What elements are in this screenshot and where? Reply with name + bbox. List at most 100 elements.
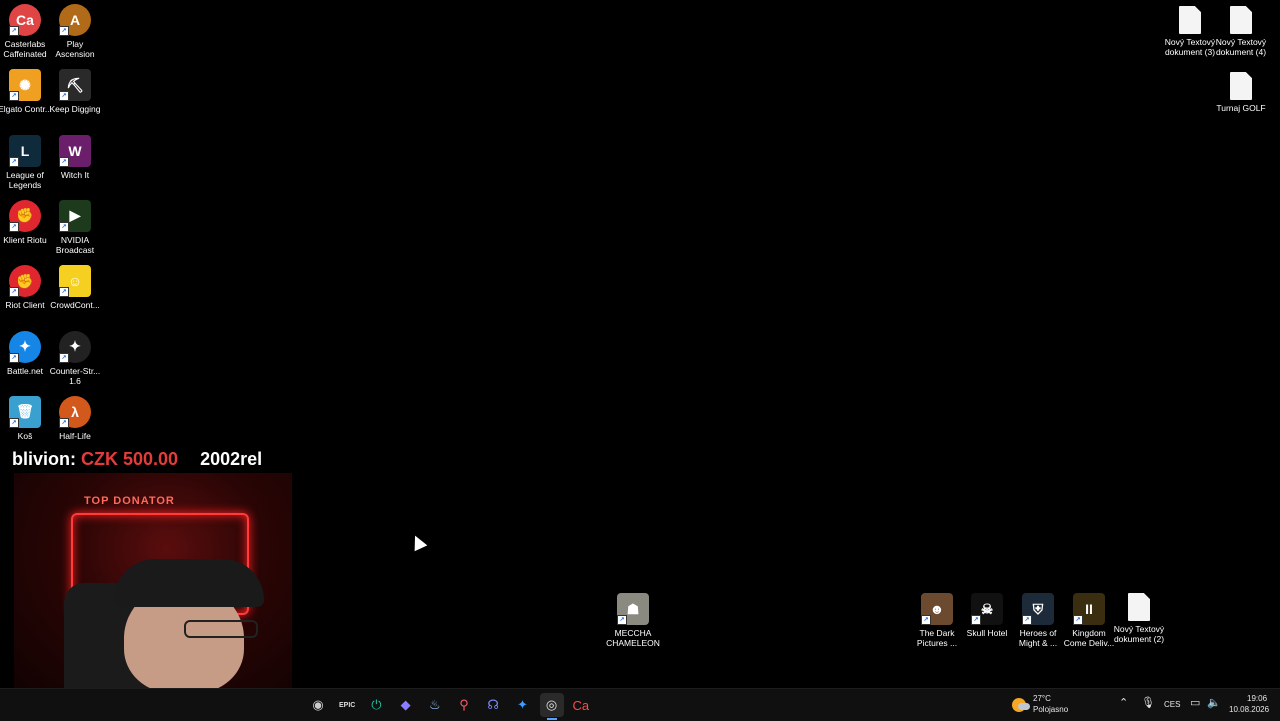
desktop-shortcut[interactable]: W ↗ Witch It	[50, 134, 100, 180]
desktop-shortcut[interactable]: λ ↗ Half-Life	[50, 395, 100, 441]
ticker-donor-name: blivion:	[12, 449, 81, 469]
shortcut-label: CrowdCont...	[50, 300, 100, 311]
ticker-amount: CZK 500.00	[81, 449, 179, 469]
shortcut-arrow-icon: ↗	[9, 156, 19, 167]
weather-description: Polojasno	[1033, 705, 1069, 714]
desktop-shortcut[interactable]: ✺ ↗ Elgato Contr...	[0, 69, 52, 114]
shortcut-label: Nový Textový dokument (3)	[1164, 37, 1216, 57]
shortcut-label: Heroes of Might & ...	[1018, 628, 1058, 648]
casterlabs-taskbar-icon[interactable]: Ca	[569, 693, 593, 717]
shortcut-label: Keep Digging	[49, 104, 101, 115]
kingdom-come-icon: II ↗	[1073, 593, 1105, 625]
steam-icon[interactable]: ♨	[423, 693, 447, 717]
text-document-icon	[1128, 593, 1150, 621]
desktop-shortcut[interactable]: ✦ ↗ Battle.net	[0, 330, 50, 376]
shortcut-arrow-icon: ↗	[617, 615, 627, 625]
riot-icon: ✊ ↗	[9, 265, 41, 298]
language-indicator[interactable]: CES	[1164, 700, 1180, 709]
half-life-icon: λ ↗	[59, 395, 91, 428]
desktop: Ca ↗ Casterlabs Caffeinated ✺ ↗ Elgato Contr.…	[0, 0, 1280, 688]
webcam-overlay: TOP DONATOR	[14, 473, 292, 688]
shortcut-arrow-icon: ↗	[59, 91, 69, 102]
donation-ticker: blivion: CZK 500.00 2002rel	[12, 447, 290, 471]
desktop-shortcut[interactable]: ☺ ↗ CrowdCont...	[50, 265, 100, 310]
chrome-icon[interactable]: ◎	[539, 693, 564, 720]
desktop-shortcut[interactable]: ✦ ↗ Counter-Str... 1.6	[49, 330, 101, 386]
desktop-shortcut[interactable]: ⛏ ↗ Keep Digging	[49, 69, 101, 115]
shortcut-arrow-icon: ↗	[9, 352, 19, 363]
shortcut-label: Counter-Str... 1.6	[49, 365, 101, 386]
skull-hotel-icon: ☠ ↗	[971, 593, 1003, 625]
shortcut-label: Koš	[17, 430, 33, 441]
mouse-cursor-icon	[408, 532, 428, 552]
shortcut-arrow-icon: ↗	[59, 156, 69, 167]
desktop-shortcut[interactable]: ⛨ ↗ Heroes of Might & ...	[1013, 593, 1063, 648]
network-icon[interactable]: ▭	[1190, 696, 1200, 709]
desktop-shortcut[interactable]: A ↗ Play Ascension	[50, 4, 100, 59]
crowdcontrol-icon: ☺ ↗	[59, 265, 91, 298]
battlenet-taskbar-icon[interactable]: ✦	[510, 693, 534, 717]
shortcut-label: NVIDIA Broadcast	[55, 234, 95, 255]
ascension-icon: A ↗	[59, 4, 91, 36]
shortcut-label: Half-Life	[59, 430, 91, 441]
text-document-icon	[1230, 72, 1252, 100]
shortcut-label: MECCHA CHAMELEON	[606, 628, 660, 648]
shortcut-label: Nový Textový dokument (2)	[1113, 624, 1165, 644]
shortcut-label: League of Legends	[6, 169, 44, 190]
battlenet-icon: ✦ ↗	[9, 330, 41, 363]
desktop-shortcut[interactable]: ▶ ↗ NVIDIA Broadcast	[50, 199, 100, 255]
shortcut-label: Riot Client	[5, 300, 45, 311]
recycle-bin-icon: 🗑 ↗	[9, 395, 41, 428]
ticker-next-donor: 2002rel	[200, 449, 263, 469]
desktop-shortcut[interactable]: Turnaj GOLF	[1216, 72, 1266, 113]
elgato-icon: ✺ ↗	[9, 69, 41, 102]
clock-date[interactable]: 10.08.2026	[1229, 705, 1269, 714]
shortcut-arrow-icon: ↗	[1022, 615, 1032, 625]
desktop-shortcut[interactable]: ☠ ↗ Skull Hotel	[962, 593, 1012, 638]
shortcut-arrow-icon: ↗	[9, 221, 19, 232]
desktop-shortcut[interactable]: 🗑 ↗ Koš	[0, 395, 50, 441]
desktop-shortcut[interactable]: Ca ↗ Casterlabs Caffeinated	[0, 4, 50, 59]
shortcut-label: Nový Textový dokument (4)	[1215, 37, 1267, 57]
shortcut-label: Battle.net	[7, 365, 43, 376]
weather-cloud-icon	[1018, 703, 1030, 710]
show-hidden-icons-chevron-icon[interactable]: ⌃	[1119, 696, 1128, 709]
streamer-cap	[114, 559, 264, 607]
shortcut-label: Kingdom Come Deliv...	[1063, 628, 1115, 648]
shortcut-arrow-icon: ↗	[59, 352, 69, 363]
text-document-icon	[1179, 6, 1201, 34]
shortcut-arrow-icon: ↗	[9, 91, 19, 102]
desktop-shortcut[interactable]: II ↗ Kingdom Come Deliv...	[1064, 593, 1114, 648]
desktop-shortcut[interactable]: ✊ ↗ Klient Riotu	[0, 199, 50, 245]
microphone-icon[interactable]: 🎙	[1141, 696, 1155, 709]
shortcut-label: Play Ascension	[55, 39, 95, 59]
shortcut-label: Witch It	[60, 169, 90, 180]
dark-pictures-icon: ☻ ↗	[921, 593, 953, 625]
desktop-shortcut[interactable]: Nový Textový dokument (4)	[1216, 6, 1266, 57]
desktop-shortcut[interactable]: ✊ ↗ Riot Client	[0, 265, 50, 310]
desktop-shortcut[interactable]: Nový Textový dokument (3)	[1165, 6, 1215, 57]
desktop-shortcut[interactable]: Nový Textový dokument (2)	[1114, 593, 1164, 644]
map-pin-icon[interactable]: ⚲	[452, 693, 476, 717]
shortcut-arrow-icon: ↗	[9, 417, 19, 428]
shortcut-arrow-icon: ↗	[59, 417, 69, 428]
clock-time[interactable]: 19:06	[1247, 694, 1267, 703]
obs-icon[interactable]: ◉	[306, 693, 330, 717]
volume-icon[interactable]: 🔈	[1207, 696, 1221, 709]
epic-games-icon[interactable]: EPIC	[335, 693, 359, 717]
desktop-shortcut[interactable]: ☗ ↗ MECCHA CHAMELEON	[606, 593, 660, 648]
shortcut-arrow-icon: ↗	[9, 287, 19, 298]
shortcut-arrow-icon: ↗	[1073, 615, 1083, 625]
shortcut-arrow-icon: ↗	[971, 615, 981, 625]
power-icon[interactable]: ⏻	[364, 693, 388, 717]
desktop-shortcut[interactable]: ☻ ↗ The Dark Pictures ...	[912, 593, 962, 648]
nvidia-broadcast-icon: ▶ ↗	[59, 199, 91, 232]
shortcut-label: The Dark Pictures ...	[916, 628, 958, 648]
meccha-chameleon-icon: ☗ ↗	[617, 593, 649, 625]
shortcut-arrow-icon: ↗	[9, 26, 19, 36]
desktop-shortcut[interactable]: L ↗ League of Legends	[0, 134, 50, 190]
shortcut-label: Skull Hotel	[966, 628, 1008, 638]
diamond-app-icon[interactable]: ◆	[394, 693, 418, 717]
shortcut-label: Casterlabs Caffeinated	[3, 39, 47, 59]
discord-icon[interactable]: ☊	[481, 693, 505, 717]
